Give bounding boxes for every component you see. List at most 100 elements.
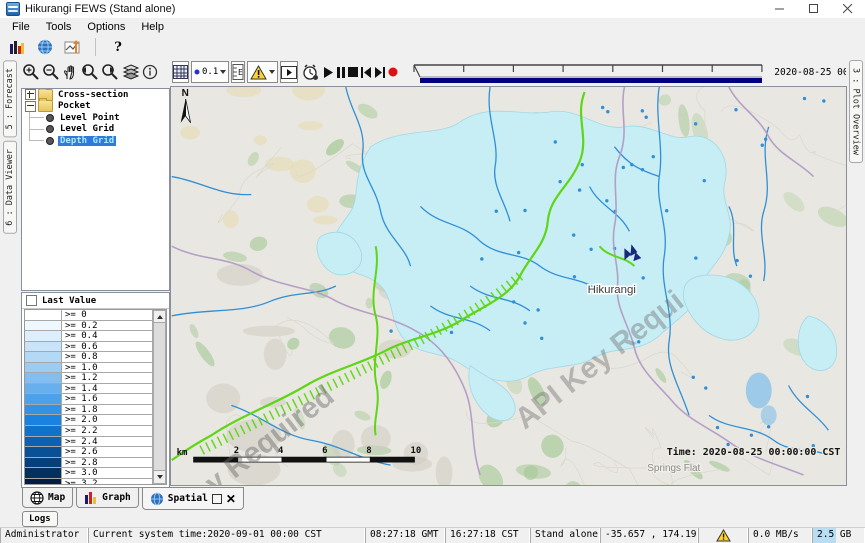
legend-threshold-label: >= 2.8 <box>62 458 101 468</box>
time-slider[interactable] <box>406 58 768 87</box>
tree-node-level-grid[interactable]: Level Grid <box>58 124 116 134</box>
legend-threshold-label: >= 1.6 <box>62 394 101 404</box>
zoom-next-button[interactable] <box>101 61 120 83</box>
skip-to-start-button[interactable] <box>360 61 372 83</box>
side-tab-forecast[interactable]: 5 : Forecast <box>3 60 17 137</box>
legend-color-swatch <box>25 468 62 478</box>
maximize-button[interactable] <box>797 0 831 18</box>
warning-icon[interactable] <box>716 529 731 542</box>
right-tab-strip: 3 : Plot Overview <box>846 60 865 486</box>
lake <box>746 373 772 409</box>
record-button[interactable] <box>388 61 398 83</box>
collapse-icon[interactable] <box>25 101 36 112</box>
info-button[interactable] <box>142 61 158 83</box>
legend-color-swatch <box>25 373 62 383</box>
tree-row[interactable]: Pocket <box>22 101 169 113</box>
menu-item-tools[interactable]: Tools <box>38 20 80 34</box>
globe-blue-icon <box>150 492 164 506</box>
warning-filter-dropdown[interactable] <box>247 61 278 83</box>
warning-icon <box>250 65 267 80</box>
legend-threshold-label: >= 2.0 <box>62 415 101 425</box>
side-tab-data-viewer[interactable]: 6 : Data Viewer <box>3 141 17 234</box>
legend-row: >= 1.0 <box>25 363 166 374</box>
legend-threshold-label: >= 0 <box>62 310 90 320</box>
scroll-down-button[interactable] <box>153 470 166 484</box>
legend-threshold-label: >= 2.4 <box>62 437 101 447</box>
svg-text:10: 10 <box>410 446 421 456</box>
legend-row: >= 2.2 <box>25 426 166 437</box>
legend-color-swatch <box>25 342 62 352</box>
side-tab-plot-overview[interactable]: 3 : Plot Overview <box>849 60 863 163</box>
logs-button[interactable]: Logs <box>22 511 58 527</box>
skip-end-icon <box>374 67 386 78</box>
tree-row[interactable]: Level Point <box>22 112 169 124</box>
tree-node-level-point[interactable]: Level Point <box>58 113 122 123</box>
tree-node-depth-grid[interactable]: Depth Grid <box>58 136 116 146</box>
spatial-display-button[interactable] <box>34 36 56 58</box>
grid-display-button[interactable] <box>172 61 189 83</box>
legend-threshold-label: >= 1.2 <box>62 373 101 383</box>
layers-button[interactable] <box>122 61 140 83</box>
legend-row: >= 0.6 <box>25 342 166 353</box>
stop-button[interactable] <box>348 61 358 83</box>
node-bullet-icon <box>46 114 54 122</box>
close-tab-icon[interactable]: ✕ <box>226 493 236 505</box>
close-button[interactable] <box>831 0 865 18</box>
tree-row[interactable]: Level Grid <box>22 124 169 136</box>
scrollbar-thumb[interactable] <box>153 322 166 472</box>
globe-wireframe-icon <box>30 491 44 505</box>
display-tab-map[interactable]: Map <box>22 487 73 508</box>
zoom-previous-button[interactable] <box>80 61 99 83</box>
status-warning <box>698 528 748 543</box>
node-bullet-icon <box>46 125 54 133</box>
display-tab-spatial[interactable]: Spatial✕ <box>142 487 244 510</box>
tree-connector <box>29 118 44 130</box>
tree-node-cross-section[interactable]: Cross-section <box>56 90 130 100</box>
dot-icon <box>194 69 200 75</box>
vertical-scale-button[interactable]: E <box>231 61 245 83</box>
tree-row[interactable]: Depth Grid <box>22 135 169 147</box>
chevron-down-icon <box>220 70 226 74</box>
map-view[interactable]: N km246810 HikurangiSprings FlatTime: 20… <box>170 86 847 486</box>
legend-row: >= 1.6 <box>25 394 166 405</box>
scale-display-button[interactable] <box>62 36 84 58</box>
expand-icon[interactable] <box>25 89 36 100</box>
minimize-button[interactable] <box>763 0 797 18</box>
animation-window-button[interactable] <box>280 61 298 83</box>
svg-text:km: km <box>177 448 188 458</box>
legend-color-swatch <box>25 331 62 341</box>
legend-scrollbar[interactable] <box>152 310 166 484</box>
map-toolbar: 0.1 E <box>22 58 865 86</box>
pan-button[interactable] <box>62 61 78 83</box>
database-viewer-button[interactable] <box>6 36 28 58</box>
left-tab-strip: 5 : Forecast 6 : Data Viewer <box>0 60 20 486</box>
town-label: Hikurangi <box>588 284 636 296</box>
legend-row: >= 0.4 <box>25 331 166 342</box>
play-button[interactable] <box>323 61 334 83</box>
map-canvas: N km246810 HikurangiSprings FlatTime: 20… <box>171 87 846 485</box>
menu-item-options[interactable]: Options <box>79 20 133 34</box>
zoom-in-button[interactable] <box>22 61 40 83</box>
legend-color-swatch <box>25 458 62 468</box>
tab-label: Map <box>48 492 65 503</box>
legend-row: >= 3.0 <box>25 468 166 479</box>
maximize-tab-icon[interactable] <box>212 494 222 504</box>
menu-item-file[interactable]: File <box>4 20 38 34</box>
pause-button[interactable] <box>336 61 346 83</box>
map-time-label: Time: 2020-08-25 00:00:00 CST <box>667 446 841 458</box>
main-toolbar: ? <box>0 36 865 58</box>
legend-row: >= 0.2 <box>25 321 166 332</box>
tree-node-pocket[interactable]: Pocket <box>56 101 93 111</box>
legend-threshold-label: >= 1.4 <box>62 384 101 394</box>
zoom-out-button[interactable] <box>42 61 60 83</box>
last-value-checkbox[interactable] <box>26 295 37 306</box>
skip-to-end-button[interactable] <box>374 61 386 83</box>
menu-item-help[interactable]: Help <box>133 20 172 34</box>
clock-icon <box>302 64 319 81</box>
contour-interval-dropdown[interactable]: 0.1 <box>191 61 229 83</box>
animation-timer-button[interactable] <box>302 61 319 83</box>
help-button[interactable]: ? <box>107 36 129 58</box>
legend-threshold-label: >= 2.2 <box>62 426 101 436</box>
display-tab-graph[interactable]: Graph <box>76 487 139 508</box>
grid-icon <box>173 65 188 79</box>
